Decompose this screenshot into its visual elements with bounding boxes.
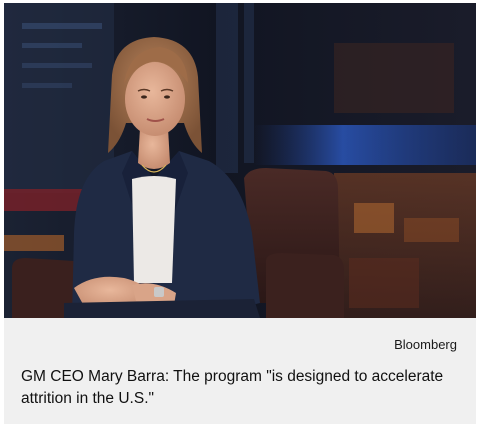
news-photo <box>4 3 476 318</box>
article-image-card: Bloomberg GM CEO Mary Barra: The program… <box>4 3 476 424</box>
photo-credit: Bloomberg <box>394 337 457 352</box>
photo-caption: GM CEO Mary Barra: The program "is desig… <box>21 368 444 407</box>
